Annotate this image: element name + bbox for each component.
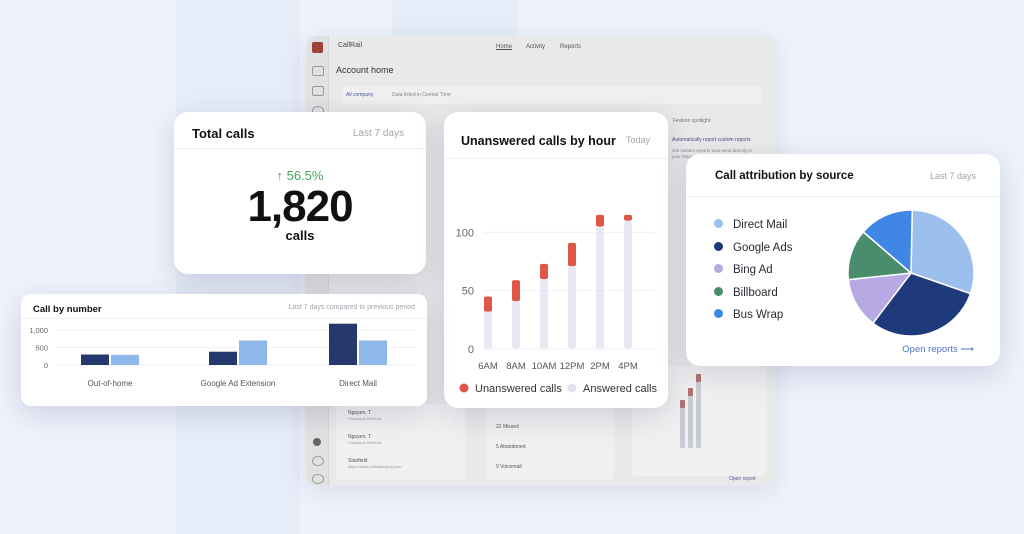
- y-tick-label: 500: [35, 344, 48, 353]
- nav-reports[interactable]: Reports: [560, 44, 581, 50]
- bar-unanswered: [568, 242, 576, 267]
- mini-bar-unanswered: [688, 388, 693, 396]
- bar-answered: [540, 279, 548, 349]
- trend-delta: ↑ 56.5%: [276, 168, 324, 183]
- bar-previous: [359, 340, 387, 365]
- y-tick-label: 1,000: [29, 326, 48, 335]
- call-row[interactable]: Nguyen, T Facebook Referral: [348, 434, 381, 445]
- call-by-number-chart: 0 500 1,000 Out-of-home Google Ad Extension D…: [29, 323, 415, 388]
- legend-label: Bing Ad: [733, 264, 773, 276]
- bar-previous: [239, 340, 267, 365]
- mini-bar-unanswered: [696, 374, 701, 382]
- legend-label: Google Ads: [733, 241, 793, 254]
- x-tick-label: 10AM: [532, 361, 557, 372]
- bar-answered: [596, 226, 604, 349]
- mini-bar: [680, 406, 685, 448]
- x-tick-label: 8AM: [506, 361, 526, 372]
- legend-swatch: [714, 241, 723, 251]
- brand-name: CallRail: [338, 42, 363, 49]
- total-calls-card: Total calls Last 7 days ↑ 56.5% 1,820 ca…: [174, 112, 426, 274]
- x-tick-label: 2PM: [590, 361, 610, 372]
- mini-bar-unanswered: [680, 400, 685, 408]
- bar-current: [209, 351, 237, 365]
- bar-unanswered: [484, 296, 492, 312]
- legend-swatch: [459, 383, 469, 393]
- bar-current: [329, 323, 357, 365]
- legend-item: Bing Ad: [714, 264, 773, 280]
- bar-answered: [568, 266, 576, 349]
- bar-unanswered: [624, 214, 632, 221]
- feature-spotlight-link[interactable]: Automatically report custom reports: [672, 137, 751, 143]
- total-calls-unit: calls: [285, 228, 315, 243]
- legend-swatch: [714, 264, 723, 274]
- info-icon[interactable]: [312, 474, 324, 484]
- bar-previous: [111, 354, 139, 365]
- bar-answered: [512, 301, 520, 349]
- feature-spotlight-title: Feature spotlight: [673, 118, 711, 124]
- bar-unanswered: [596, 214, 604, 227]
- x-tick-label: Out-of-home: [88, 379, 133, 388]
- legend-label: Billboard: [733, 286, 778, 299]
- x-tick-label: 4PM: [618, 361, 638, 372]
- bar-unanswered: [512, 280, 520, 302]
- x-tick-label: Direct Mail: [339, 379, 377, 388]
- help-icon[interactable]: [313, 438, 321, 446]
- legend-label: Unanswered calls: [475, 383, 562, 395]
- legend-swatch: [714, 286, 723, 296]
- y-tick-label: 50: [462, 286, 474, 298]
- period-label: Last 7 days: [352, 128, 404, 139]
- unanswered-chart: 0 50 100 6AM 8AM 10AM 12PM 2PM 4PM Unanswered cal…: [456, 214, 657, 395]
- legend-swatch: [714, 309, 723, 319]
- open-reports-link[interactable]: Open reports ⟶: [902, 344, 974, 355]
- card-title: Call attribution by source: [715, 170, 854, 182]
- app-logo: [312, 42, 323, 53]
- y-tick-label: 100: [456, 227, 474, 239]
- bar-current: [81, 354, 109, 365]
- call-row[interactable]: Nguyen, T Facebook Referral: [348, 410, 381, 421]
- x-tick-label: 6AM: [478, 361, 498, 372]
- x-tick-label: Google Ad Extension: [201, 379, 276, 388]
- card-title: Total calls: [192, 126, 255, 141]
- call-by-number-card: Call by number Last 7 days compared to p…: [21, 294, 427, 406]
- legend-label: Answered calls: [583, 383, 657, 395]
- legend-swatch: [714, 219, 723, 229]
- call-attribution-card: Call attribution by source Last 7 days D…: [686, 154, 1000, 366]
- call-row[interactable]: Stanfield https://www.websiteusing.com: [348, 458, 401, 469]
- period-label: Last 7 days: [929, 171, 976, 181]
- legend-item: Google Ads: [714, 242, 792, 258]
- y-tick-label: 0: [44, 361, 48, 370]
- x-tick-label: 12PM: [560, 361, 585, 372]
- legend-label: Bus Wrap: [733, 309, 784, 321]
- legend-label: Direct Mail: [733, 219, 788, 231]
- company-filter[interactable]: All company: [346, 92, 373, 98]
- nav-activity[interactable]: Activity: [526, 44, 545, 50]
- flow-icon[interactable]: [312, 86, 324, 96]
- timezone-note: Data listed in Central Time: [392, 92, 451, 98]
- status-row[interactable]: 9 Voicemail: [496, 464, 522, 470]
- mini-bar: [696, 380, 701, 448]
- total-calls-value: 1,820: [247, 182, 353, 231]
- legend-item: Billboard: [714, 287, 778, 303]
- page-title: Account home: [336, 65, 394, 75]
- y-tick-label: 0: [468, 344, 474, 356]
- chart-icon[interactable]: [312, 66, 324, 76]
- legend-item: Direct Mail: [714, 219, 787, 235]
- bar-unanswered: [540, 263, 548, 279]
- status-row[interactable]: 22 Missed: [496, 424, 519, 430]
- legend-item: Bus Wrap: [714, 309, 783, 325]
- bar-answered: [624, 220, 632, 349]
- attribution-pie-chart: [847, 209, 975, 337]
- legend-swatch: [567, 383, 577, 393]
- refresh-icon[interactable]: [312, 456, 324, 466]
- nav-home[interactable]: Home: [496, 44, 512, 50]
- mini-bar: [688, 394, 693, 448]
- bar-answered: [484, 311, 492, 349]
- unanswered-calls-card: Unanswered calls by hour Today 0 50 100 6AM…: [444, 112, 668, 408]
- open-report-link[interactable]: Open report: [729, 476, 756, 482]
- status-row[interactable]: 5 Abandoned: [496, 444, 525, 450]
